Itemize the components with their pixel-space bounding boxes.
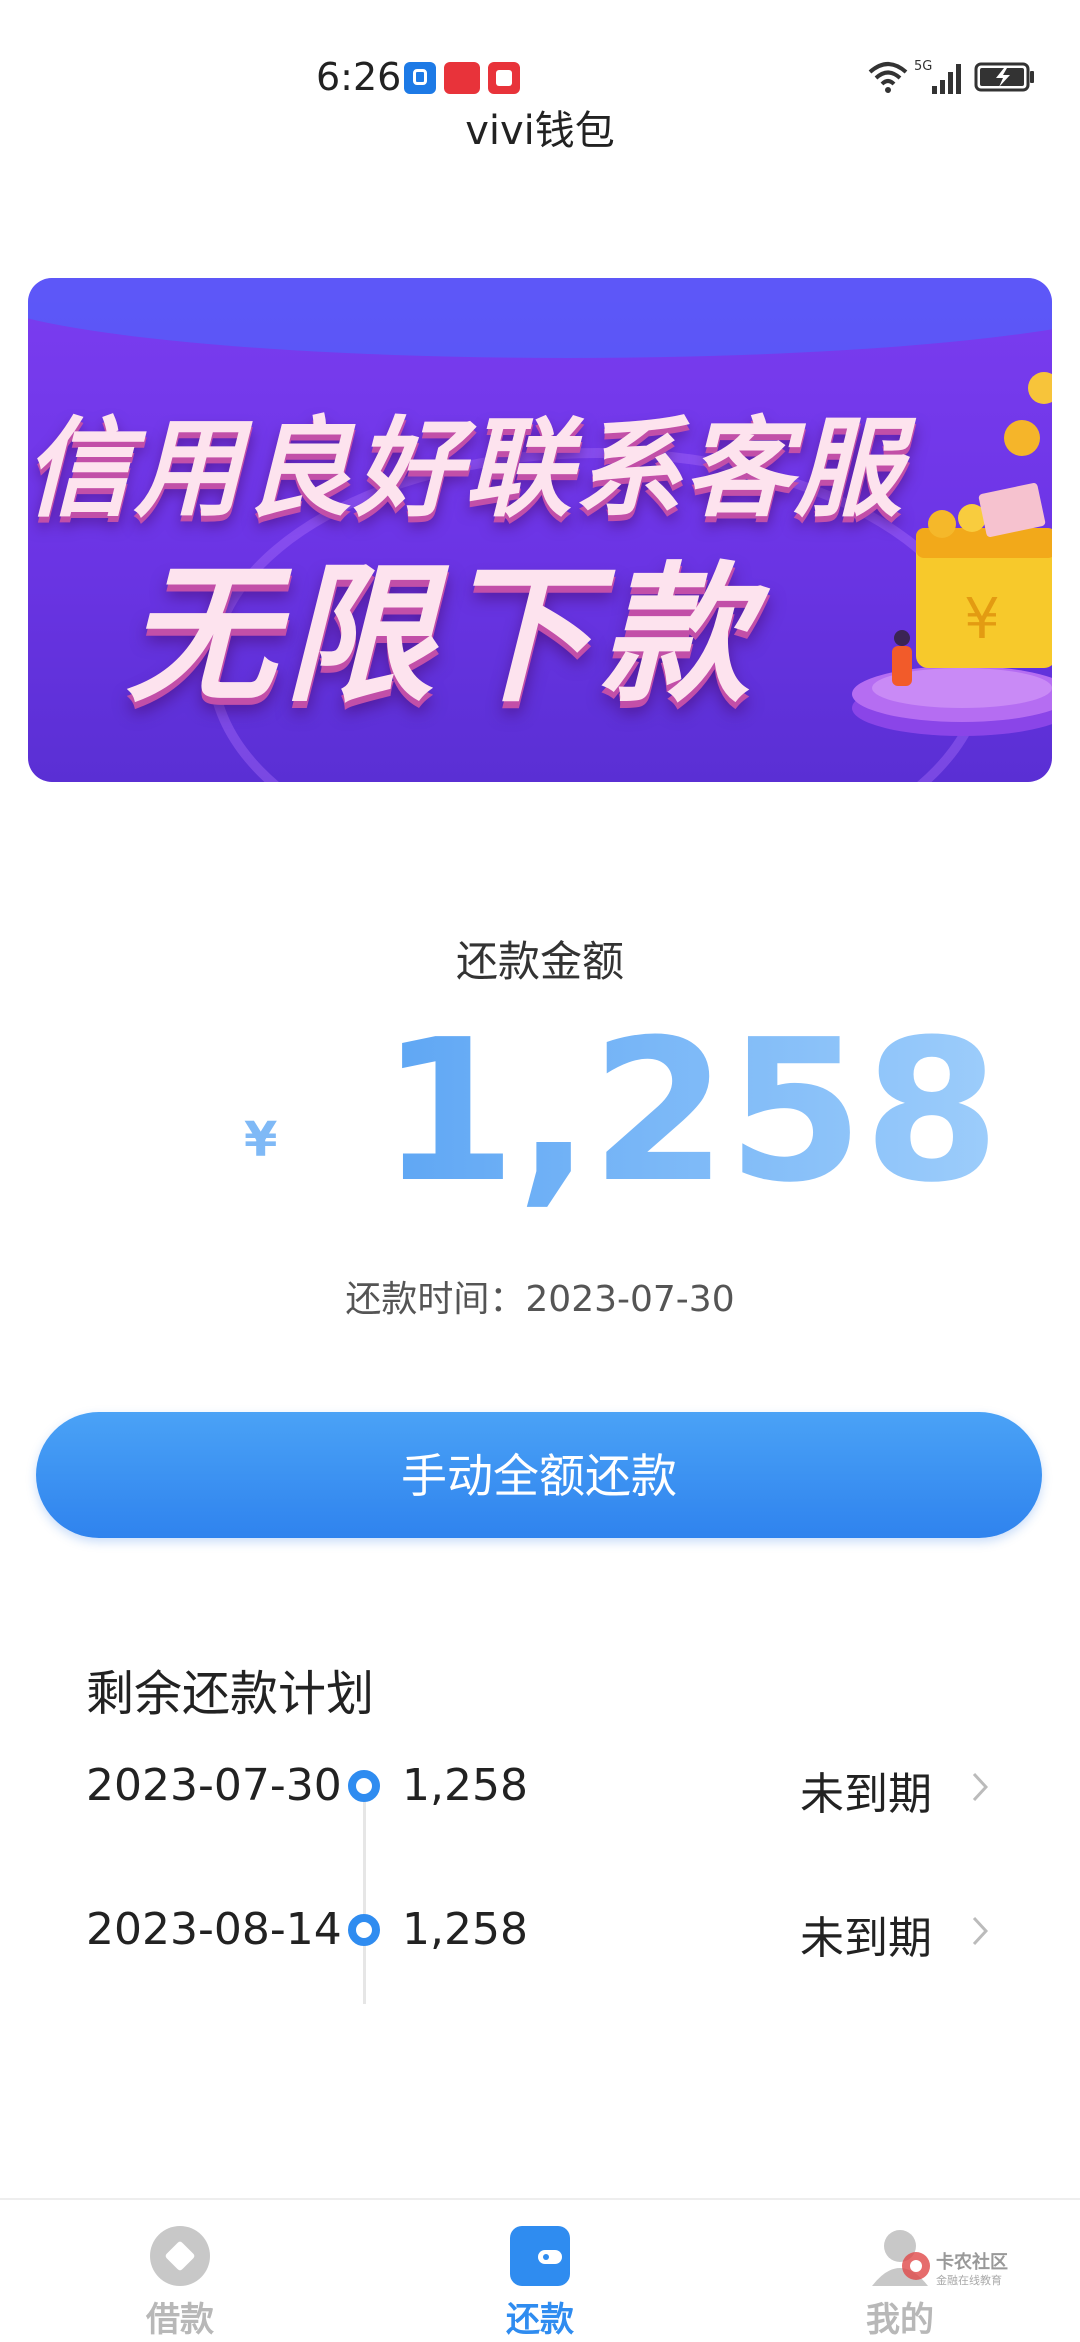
plan-amount: 1,258: [402, 1760, 528, 1811]
nav-label: 借款: [146, 2300, 214, 2340]
wallet-icon: [510, 2226, 570, 2286]
currency-symbol: ¥: [244, 1112, 278, 1168]
signal-icon: 5G: [914, 59, 961, 94]
chevron-right-icon: [972, 1916, 988, 1946]
banner-subheadline: 无限下款: [126, 549, 759, 723]
wifi-icon: [868, 62, 908, 93]
app-notification-icon: [404, 62, 436, 94]
watermark-subtext: 金融在线教育: [936, 2274, 1002, 2287]
plan-row[interactable]: 2023-08-14 1,258 未到期: [0, 1892, 1080, 1972]
repayment-amount: 1,258: [380, 998, 1000, 1226]
repayment-due-date: 还款时间：2023-07-30: [345, 1279, 735, 1320]
nav-item-repay[interactable]: 还款: [440, 2200, 640, 2342]
plan-status: 未到期: [800, 1913, 932, 1964]
nav-item-borrow[interactable]: 借款: [80, 2200, 280, 2342]
plan-row[interactable]: 2023-07-30 1,258 未到期: [0, 1748, 1080, 1828]
nav-label: 还款: [506, 2300, 574, 2340]
watermark-logo-icon: [902, 2252, 930, 2280]
chevron-right-icon: [972, 1772, 988, 1802]
network-type: 5G: [914, 59, 932, 74]
battery-charging-icon: [974, 62, 1034, 92]
wallet-symbol: ¥: [964, 587, 1000, 652]
plan-date: 2023-07-30: [86, 1760, 342, 1811]
repayment-plan-title: 剩余还款计划: [86, 1666, 375, 1722]
repayment-amount-label: 还款金额: [455, 937, 624, 986]
status-bar: 6:26 5G: [0, 52, 1080, 102]
plan-amount: 1,258: [402, 1904, 528, 1955]
wallet-illustration-icon: ¥: [852, 372, 1052, 736]
timeline-dot-icon: [348, 1914, 380, 1946]
promo-banner[interactable]: 信用良好联系客服 无限下款 ¥: [28, 278, 1052, 782]
plan-status: 未到期: [800, 1769, 932, 1820]
status-time: 6:26: [316, 55, 402, 99]
app-notification-icon: [444, 62, 480, 94]
nav-label: 我的: [866, 2300, 934, 2340]
app-title: vivi钱包: [465, 108, 615, 154]
borrow-icon: [150, 2226, 210, 2286]
plan-date: 2023-08-14: [86, 1904, 342, 1955]
app-notification-icon: [488, 62, 520, 94]
full-repayment-button[interactable]: 手动全额还款: [36, 1412, 1042, 1538]
watermark-text: 卡农社区: [936, 2252, 1008, 2273]
timeline-dot-icon: [348, 1770, 380, 1802]
watermark: 卡农社区 金融在线教育: [900, 2244, 1050, 2294]
